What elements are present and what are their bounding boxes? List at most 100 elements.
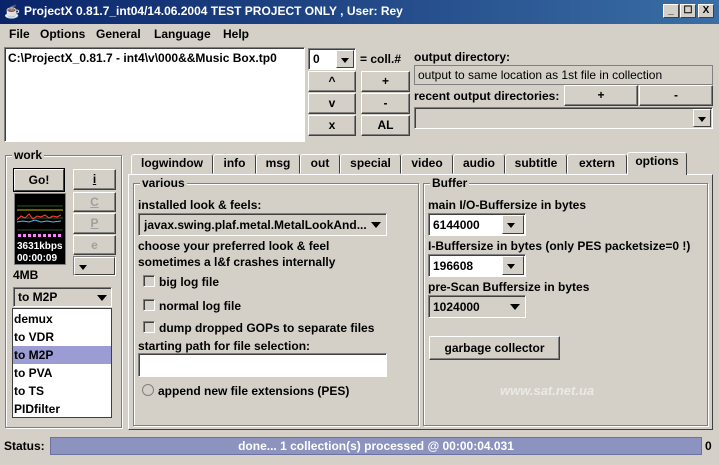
append-extensions-label: append new file extensions (PES): [158, 384, 350, 398]
menu-bar: File Options General Language Help: [0, 24, 719, 44]
window-title: ProjectX 0.81.7_int04/14.06.2004 TEST PR…: [24, 4, 403, 18]
chevron-down-icon[interactable]: [371, 222, 381, 228]
close-button[interactable]: X: [698, 4, 714, 18]
bitrate-graph: [16, 195, 64, 241]
collection-index-combo[interactable]: 0: [308, 48, 356, 70]
chevron-down-icon[interactable]: [74, 257, 115, 275]
start-path-input[interactable]: [138, 353, 387, 377]
conversion-mode-list[interactable]: demux to VDR to M2P to PVA to TS PIDfilt…: [12, 308, 112, 418]
tab-extern[interactable]: extern: [567, 154, 627, 174]
chevron-down-icon[interactable]: [502, 215, 524, 234]
tab-audio[interactable]: audio: [453, 154, 505, 174]
go-button[interactable]: Go!: [14, 169, 64, 191]
prescan-buffer-value: 1024000: [433, 300, 480, 314]
tab-options[interactable]: options: [627, 152, 687, 175]
i-buffer-label: I-Buffersize in bytes (only PES packetsi…: [428, 239, 691, 253]
menu-language[interactable]: Language: [154, 27, 211, 41]
output-size-value: 4MB: [13, 268, 39, 282]
tab-video[interactable]: video: [401, 154, 453, 174]
prescan-buffer-label: pre-Scan Buffersize in bytes: [428, 280, 590, 294]
status-right-value: 0: [705, 439, 712, 453]
menu-file[interactable]: File: [9, 27, 30, 41]
mode-option-to-pva[interactable]: to PVA: [13, 364, 111, 382]
i-buffer-value: 196608: [433, 259, 474, 273]
java-app-icon[interactable]: ☕: [4, 4, 20, 20]
collection-file-list[interactable]: C:\ProjectX_0.81.7 - int4\v\000&&Music B…: [4, 47, 305, 142]
collection-file-item[interactable]: C:\ProjectX_0.81.7 - int4\v\000&&Music B…: [8, 51, 277, 65]
conversion-mode-combo[interactable]: to M2P: [13, 287, 112, 307]
chevron-down-icon[interactable]: [502, 256, 524, 275]
watermark-text: www.sat.net.ua: [500, 383, 595, 398]
tab-info[interactable]: info: [213, 154, 256, 174]
big-log-label: big log file: [159, 275, 219, 289]
mode-option-pidfilter[interactable]: PIDfilter: [13, 400, 111, 418]
coll-number-label: = coll.#: [360, 52, 402, 66]
laf-crash-warning-text: sometimes a l&f crashes internally: [138, 255, 336, 269]
conversion-mode-value: to M2P: [18, 290, 58, 304]
start-path-label: starting path for file selection:: [138, 339, 311, 353]
chevron-down-icon[interactable]: [97, 295, 107, 301]
chevron-down-icon[interactable]: [510, 304, 520, 310]
title-bar: ☕ ProjectX 0.81.7_int04/14.06.2004 TEST …: [0, 0, 719, 24]
al-button[interactable]: AL: [361, 115, 410, 136]
tab-subtitle[interactable]: subtitle: [505, 154, 567, 174]
status-label: Status:: [4, 439, 45, 453]
remove-file-button[interactable]: -: [361, 93, 410, 114]
c-button: C: [73, 192, 116, 212]
menu-general[interactable]: General: [96, 27, 141, 41]
garbage-collector-button[interactable]: garbage collector: [429, 336, 560, 360]
various-group-title: various: [140, 176, 187, 190]
output-directory-label: output directory:: [414, 50, 510, 64]
mode-option-to-ts[interactable]: to TS: [13, 382, 111, 400]
menu-help[interactable]: Help: [223, 27, 249, 41]
tab-msg[interactable]: msg: [256, 154, 300, 174]
info-i-button[interactable]: i: [73, 169, 116, 190]
choose-laf-text: choose your preferred look & feel: [138, 239, 330, 253]
main-buffer-label: main I/O-Buffersize in bytes: [428, 198, 587, 212]
recent-output-label: recent output directories:: [414, 89, 560, 103]
main-buffer-combo[interactable]: 6144000: [428, 213, 526, 236]
tab-special[interactable]: special: [340, 154, 401, 174]
look-and-feel-combo[interactable]: javax.swing.plaf.metal.MetalLookAnd...: [138, 213, 387, 236]
add-file-button[interactable]: +: [361, 71, 410, 92]
mode-option-demux[interactable]: demux: [13, 310, 111, 328]
tab-logwindow[interactable]: logwindow: [131, 154, 213, 174]
tab-out[interactable]: out: [300, 154, 340, 174]
chevron-down-icon[interactable]: [336, 50, 354, 68]
maximize-button[interactable]: ☐: [680, 4, 696, 18]
chevron-down-icon[interactable]: [693, 109, 711, 127]
minimize-button[interactable]: _: [663, 4, 679, 18]
installed-laf-label: installed look & feels:: [138, 198, 262, 212]
elapsed-time-value: 00:00:09: [17, 253, 58, 264]
work-extra-combo[interactable]: [73, 256, 116, 276]
collection-index-value: 0: [313, 52, 320, 66]
p-button: P: [73, 213, 116, 234]
status-progress-bar: done... 1 collection(s) processed @ 00:0…: [50, 437, 702, 455]
buffer-group-title: Buffer: [430, 176, 470, 190]
recent-add-button[interactable]: +: [564, 85, 638, 106]
bitrate-monitor: 3631kbps 00:00:09: [14, 193, 66, 265]
remove-collection-button[interactable]: x: [308, 115, 356, 136]
output-directory-field[interactable]: output to same location as 1st file in c…: [414, 65, 713, 85]
output-directory-value: output to same location as 1st file in c…: [418, 68, 663, 82]
dump-gops-label: dump dropped GOPs to separate files: [159, 321, 375, 335]
e-button: e: [73, 235, 116, 255]
bitrate-value: 3631kbps: [17, 241, 63, 252]
mode-option-to-m2p[interactable]: to M2P: [13, 346, 111, 364]
look-and-feel-value: javax.swing.plaf.metal.MetalLookAnd...: [144, 218, 367, 232]
recent-remove-button[interactable]: -: [639, 85, 713, 106]
main-buffer-value: 6144000: [433, 218, 480, 232]
recent-directories-combo[interactable]: [414, 107, 713, 129]
big-log-checkbox[interactable]: [143, 275, 155, 287]
mode-option-to-vdr[interactable]: to VDR: [13, 328, 111, 346]
move-down-button[interactable]: v: [308, 93, 356, 114]
menu-options[interactable]: Options: [40, 27, 85, 41]
work-panel-title: work: [12, 148, 45, 162]
prescan-buffer-combo[interactable]: 1024000: [428, 295, 526, 318]
i-buffer-combo[interactable]: 196608: [428, 254, 526, 277]
move-up-button[interactable]: ^: [308, 71, 356, 92]
append-extensions-radio[interactable]: [142, 384, 154, 396]
dump-gops-checkbox[interactable]: [143, 321, 155, 333]
normal-log-checkbox[interactable]: [143, 299, 155, 311]
normal-log-label: normal log file: [159, 299, 242, 313]
